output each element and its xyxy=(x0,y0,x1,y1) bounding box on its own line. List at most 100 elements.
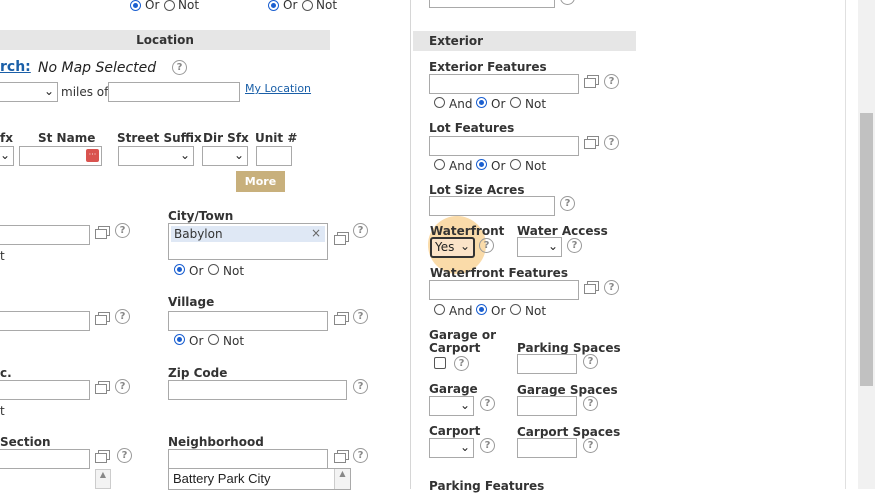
ext-or-label: Or xyxy=(491,97,506,111)
more-dots-icon[interactable]: ··· xyxy=(86,149,99,162)
help-icon[interactable]: ? xyxy=(353,223,368,238)
ext-or-radio[interactable] xyxy=(476,97,487,108)
sfx-label: fx xyxy=(0,131,13,145)
help-icon[interactable]: ? xyxy=(353,448,368,463)
exterior-features-input[interactable] xyxy=(429,74,579,94)
carport-label: Carport xyxy=(429,424,481,438)
scrollbar-up-arrow-icon[interactable]: ▲ xyxy=(334,469,350,489)
city-or-radio[interactable] xyxy=(174,264,185,275)
help-icon[interactable]: ? xyxy=(115,309,130,324)
waterfront-select[interactable]: Yes ⌄ xyxy=(430,237,475,258)
lot-features-input[interactable] xyxy=(429,136,579,156)
help-icon[interactable]: ? xyxy=(583,438,598,453)
help-icon[interactable]: ? xyxy=(604,280,619,295)
list-picker-icon[interactable] xyxy=(95,312,110,325)
list-picker-icon[interactable] xyxy=(95,226,110,239)
left-field-input-3[interactable] xyxy=(0,380,90,400)
help-icon[interactable]: ? xyxy=(117,448,132,463)
carport-select[interactable]: ⌄ xyxy=(429,438,474,458)
list-picker-icon[interactable] xyxy=(334,312,349,325)
help-icon[interactable]: ? xyxy=(353,379,368,394)
help-icon[interactable]: ? xyxy=(560,196,575,211)
list-picker-icon[interactable] xyxy=(584,281,599,294)
top-or-radio-1[interactable] xyxy=(130,0,141,11)
neighborhood-option[interactable]: Battery Park City xyxy=(173,471,271,486)
help-icon[interactable]: ? xyxy=(479,238,494,253)
city-not-radio[interactable] xyxy=(208,264,219,275)
street-suffix-label: Street Suffix xyxy=(117,131,202,145)
village-or-radio[interactable] xyxy=(174,334,185,345)
help-icon[interactable]: ? xyxy=(115,223,130,238)
top-not-label-1: Not xyxy=(178,0,200,12)
city-town-listbox[interactable]: Babylon × xyxy=(168,223,328,260)
zip-code-input[interactable] xyxy=(168,380,347,400)
help-icon[interactable]: ? xyxy=(567,238,582,253)
help-icon[interactable]: ? xyxy=(583,354,598,369)
my-location-link[interactable]: My Location xyxy=(245,82,311,95)
left-field-input-2[interactable] xyxy=(0,311,90,331)
address-input[interactable] xyxy=(108,82,240,102)
lot-and-label: And xyxy=(449,159,473,173)
garage-or-carport-checkbox[interactable] xyxy=(434,357,446,369)
remove-token-icon[interactable]: × xyxy=(311,226,321,240)
help-icon[interactable]: ? xyxy=(604,135,619,150)
map-search-link[interactable]: rch: xyxy=(0,59,31,75)
help-icon[interactable]: ? xyxy=(353,309,368,324)
zip-code-label: Zip Code xyxy=(168,366,228,380)
help-icon[interactable]: ? xyxy=(480,396,495,411)
help-icon[interactable]: ? xyxy=(604,74,619,89)
list-picker-icon[interactable] xyxy=(95,381,110,394)
carport-spaces-input[interactable] xyxy=(517,438,577,458)
waterfront-features-input[interactable] xyxy=(429,280,579,300)
help-icon[interactable]: ? xyxy=(454,356,469,371)
water-access-select[interactable]: ⌄ xyxy=(517,237,562,257)
lot-not-radio[interactable] xyxy=(510,159,521,170)
help-icon[interactable]: ? xyxy=(480,438,495,453)
list-picker-icon[interactable] xyxy=(584,136,599,149)
help-icon[interactable]: ? xyxy=(583,396,598,411)
city-town-label: City/Town xyxy=(168,209,234,223)
street-suffix-select[interactable]: ⌄ xyxy=(118,146,194,166)
parking-spaces-input[interactable] xyxy=(517,354,577,374)
list-picker-icon[interactable] xyxy=(584,75,599,88)
help-icon[interactable]: ? xyxy=(115,379,130,394)
list-picker-icon[interactable] xyxy=(334,450,349,463)
neighborhood-input[interactable] xyxy=(168,449,328,469)
top-or-label-1: Or xyxy=(145,0,160,12)
wf-not-radio[interactable] xyxy=(510,304,521,315)
left-field-input-1[interactable] xyxy=(0,225,90,245)
section-input[interactable] xyxy=(0,449,90,469)
garage-select[interactable]: ⌄ xyxy=(429,396,474,416)
garage-spaces-input[interactable] xyxy=(517,396,577,416)
neighborhood-listbox[interactable]: Battery Park City ▲ xyxy=(168,468,351,490)
top-not-radio-2[interactable] xyxy=(302,0,313,11)
radius-select[interactable]: ⌄ xyxy=(0,82,58,102)
scrollbar-up-arrow-icon[interactable]: ▲ xyxy=(95,469,111,489)
wf-and-radio[interactable] xyxy=(434,304,445,315)
village-input[interactable] xyxy=(168,311,328,331)
help-icon[interactable]: ? xyxy=(172,60,187,75)
top-or-radio-2[interactable] xyxy=(268,0,279,11)
unit-input[interactable] xyxy=(256,146,292,166)
lot-or-radio[interactable] xyxy=(476,159,487,170)
list-picker-icon[interactable] xyxy=(95,450,110,463)
scrollbar-thumb[interactable] xyxy=(860,113,873,386)
ext-and-radio[interactable] xyxy=(434,97,445,108)
lot-and-radio[interactable] xyxy=(434,159,445,170)
sfx-select[interactable]: ⌄ xyxy=(0,146,14,166)
village-not-radio[interactable] xyxy=(208,334,219,345)
dir-sfx-select[interactable]: ⌄ xyxy=(202,146,248,166)
city-token[interactable]: Babylon × xyxy=(171,226,325,242)
top-not-radio-1[interactable] xyxy=(164,0,175,11)
more-button[interactable]: More xyxy=(236,171,285,192)
help-icon[interactable]: ? xyxy=(560,0,575,5)
list-picker-icon[interactable] xyxy=(334,232,349,245)
city-not-label: Not xyxy=(223,264,245,278)
ext-not-radio[interactable] xyxy=(510,97,521,108)
waterfront-value: Yes xyxy=(435,240,455,254)
st-name-input[interactable]: ··· xyxy=(19,146,102,166)
wf-or-radio[interactable] xyxy=(476,304,487,315)
top-partial-input[interactable] xyxy=(429,0,555,8)
partial-label: t xyxy=(0,249,5,263)
lot-size-acres-input[interactable] xyxy=(429,196,555,216)
